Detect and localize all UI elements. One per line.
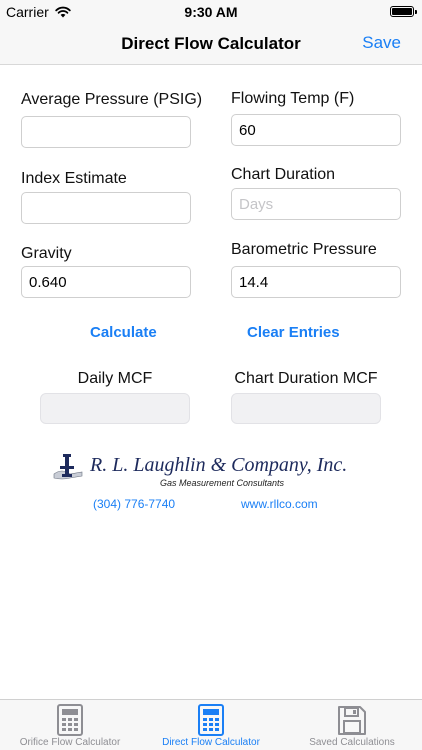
flowing-temp-label: Flowing Temp (F)	[231, 90, 355, 107]
daily-mcf-label: Daily MCF	[77, 370, 153, 387]
company-tagline: Gas Measurement Consultants	[160, 478, 285, 488]
tab-direct-flow-calculator[interactable]: Direct Flow Calculator	[141, 700, 281, 750]
website-link[interactable]: www.rllco.com	[241, 497, 318, 511]
daily-mcf-output	[40, 393, 190, 424]
meter-logo-icon	[53, 454, 83, 480]
floppy-disk-icon	[338, 706, 366, 735]
battery-icon	[390, 6, 417, 17]
flowing-temp-input[interactable]	[231, 114, 401, 146]
status-bar: Carrier 9:30 AM	[0, 0, 422, 24]
gravity-input[interactable]	[21, 266, 191, 298]
save-button[interactable]: Save	[362, 33, 401, 53]
index-estimate-label: Index Estimate	[21, 170, 127, 187]
calculator-icon	[198, 704, 224, 736]
tab-orifice-flow-calculator[interactable]: Orifice Flow Calculator	[0, 700, 140, 750]
average-pressure-input[interactable]	[21, 116, 191, 148]
chart-duration-mcf-output	[231, 393, 381, 424]
tab-label: Direct Flow Calculator	[162, 737, 260, 748]
average-pressure-label: Average Pressure (PSIG)	[21, 91, 203, 108]
navigation-bar: Direct Flow Calculator Save	[0, 24, 422, 65]
tab-label: Orifice Flow Calculator	[19, 737, 121, 748]
company-name: R. L. Laughlin & Company, Inc.	[90, 454, 348, 476]
status-time: 9:30 AM	[184, 4, 238, 20]
barometric-pressure-input[interactable]	[231, 266, 401, 298]
chart-duration-input[interactable]	[231, 188, 401, 220]
clear-entries-button[interactable]: Clear Entries	[247, 324, 340, 341]
calculator-icon	[57, 704, 83, 736]
tab-saved-calculations[interactable]: Saved Calculations	[282, 700, 422, 750]
chart-duration-mcf-label: Chart Duration MCF	[234, 370, 378, 387]
page-title: Direct Flow Calculator	[121, 34, 301, 53]
barometric-pressure-label: Barometric Pressure	[231, 241, 377, 258]
chart-duration-label: Chart Duration	[231, 166, 336, 183]
gravity-label: Gravity	[21, 245, 72, 262]
company-logo: R. L. Laughlin & Company, Inc. Gas Measu…	[52, 452, 372, 494]
index-estimate-input[interactable]	[21, 192, 191, 224]
tab-bar: Orifice Flow Calculator Direct Flow Calc…	[0, 699, 422, 750]
tab-label: Saved Calculations	[309, 737, 395, 748]
calculate-button[interactable]: Calculate	[90, 324, 157, 341]
phone-link[interactable]: (304) 776-7740	[93, 497, 175, 511]
